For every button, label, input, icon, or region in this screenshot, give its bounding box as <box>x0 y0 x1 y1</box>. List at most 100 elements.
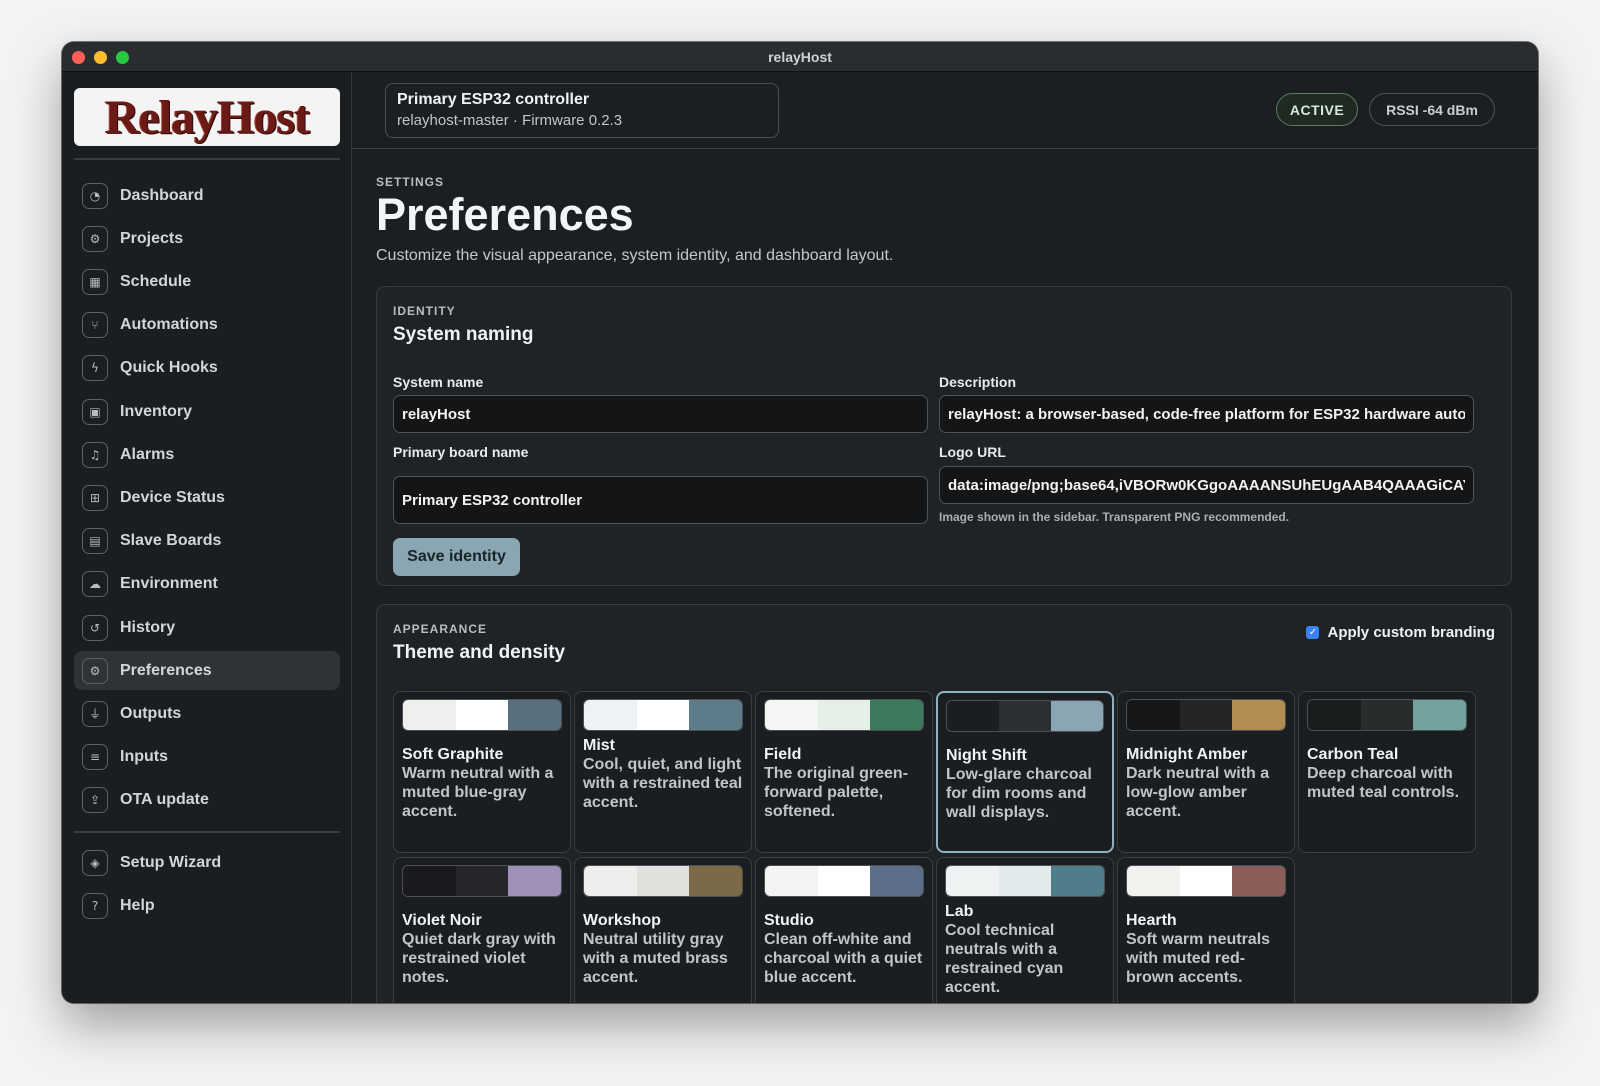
system-name-input[interactable] <box>393 395 928 433</box>
status-badge: ACTIVE <box>1276 93 1358 126</box>
sidebar-item-automations[interactable]: ⑂ Automations <box>74 306 340 345</box>
theme-name: Lab <box>945 903 974 920</box>
theme-name: Night Shift <box>946 747 1027 764</box>
description-input[interactable] <box>939 395 1474 433</box>
sidebar-item-device-status[interactable]: ⊞ Device Status <box>74 478 340 517</box>
theme-card-soft-graphite[interactable]: Soft Graphite Warm neutral with a muted b… <box>393 691 571 853</box>
theme-description: The original green-forward palette, soft… <box>764 765 909 820</box>
color-swatch <box>1051 701 1103 731</box>
theme-swatches <box>402 699 562 731</box>
color-swatch <box>689 866 742 896</box>
theme-name: Workshop <box>583 912 661 929</box>
chip-icon: ⊞ <box>82 484 108 511</box>
board-name: Primary ESP32 controller <box>397 91 590 108</box>
sidebar-item-slave-boards[interactable]: ▤ Slave Boards <box>74 522 340 561</box>
logo-url-input[interactable] <box>939 466 1474 504</box>
sidebar-item-label: Preferences <box>120 661 212 679</box>
sidebar-item-label: Schedule <box>120 272 192 290</box>
sidebar-item-outputs[interactable]: ⏚ Outputs <box>74 694 340 733</box>
brand-logo[interactable]: RelayHost <box>74 88 340 146</box>
sidebar-item-help[interactable]: ? Help <box>74 886 340 925</box>
zoom-window-button[interactable] <box>116 51 129 64</box>
theme-swatches <box>1307 699 1467 731</box>
close-window-button[interactable] <box>72 51 85 64</box>
identity-eyebrow: IDENTITY <box>393 304 456 318</box>
theme-card-mist[interactable]: Mist Cool, quiet, and light with a restra… <box>574 691 752 853</box>
theme-description: Warm neutral with a muted blue-gray acce… <box>402 765 554 820</box>
appearance-panel: APPEARANCE Theme and density ✓ Apply cus… <box>376 604 1512 1003</box>
sidebar-item-inventory[interactable]: ▣ Inventory <box>74 392 340 431</box>
theme-card-field[interactable]: Field The original green-forward palette,… <box>755 691 933 853</box>
theme-description: Clean off-white and charcoal with a quie… <box>764 931 923 986</box>
theme-card-workshop[interactable]: Workshop Neutral utility gray with a mute… <box>574 857 752 1003</box>
color-swatch <box>584 866 637 896</box>
theme-name: Soft Graphite <box>402 746 504 763</box>
sidebar-item-preferences[interactable]: ⚙ Preferences <box>74 651 340 691</box>
theme-description: Low-glare charcoal for dim rooms and wal… <box>946 766 1092 821</box>
rssi-badge: RSSI -64 dBm <box>1369 93 1495 126</box>
theme-description: Dark neutral with a low-glow amber accen… <box>1126 765 1270 820</box>
sidebar: RelayHost ◔ Dashboard ⚙ Projects ▦ Schedule ⑂ A… <box>62 72 352 1003</box>
branding-checkbox[interactable]: ✓ <box>1306 626 1320 639</box>
theme-card-hearth[interactable]: Hearth Soft warm neutrals with muted red-… <box>1117 857 1295 1003</box>
color-swatch <box>1179 700 1233 730</box>
sidebar-item-ota-update[interactable]: ⇪ OTA update <box>74 781 340 820</box>
theme-card-lab[interactable]: Lab Cool technical neutrals with a restra… <box>936 857 1114 1003</box>
color-swatch <box>999 701 1051 731</box>
sidebar-item-projects[interactable]: ⚙ Projects <box>74 219 340 258</box>
theme-swatches <box>945 865 1105 897</box>
sidebar-item-alarms[interactable]: ♫ Alarms <box>74 435 340 474</box>
sidebar-item-quick-hooks[interactable]: ϟ Quick Hooks <box>74 349 340 388</box>
color-swatch <box>817 866 871 896</box>
sidebar-item-label: Setup Wizard <box>120 853 222 871</box>
color-swatch <box>403 700 456 730</box>
theme-swatches <box>764 865 924 897</box>
minimize-window-button[interactable] <box>94 51 107 64</box>
sidebar-item-inputs[interactable]: ≡ Inputs <box>74 738 340 777</box>
color-swatch <box>1232 866 1285 896</box>
color-swatch <box>584 700 637 730</box>
sidebar-item-label: Inventory <box>120 402 193 420</box>
theme-name: Carbon Teal <box>1307 746 1399 763</box>
app-window: relayHost RelayHost ◔ Dashboard ⚙ Projects ▦… <box>62 42 1538 1003</box>
theme-name: Violet Noir <box>402 912 482 929</box>
color-swatch <box>946 866 999 896</box>
board-name-label: Primary board name <box>393 444 529 460</box>
color-swatch <box>455 866 509 896</box>
theme-card-midnight-amber[interactable]: Midnight Amber Dark neutral with a low-gl… <box>1117 691 1295 853</box>
save-identity-button[interactable]: Save identity <box>393 538 520 576</box>
sidebar-item-label: Alarms <box>120 445 175 463</box>
help-icon: ? <box>82 892 108 919</box>
theme-card-night-shift[interactable]: Night Shift Low-glare charcoal for dim ro… <box>936 691 1114 853</box>
calendar-icon: ▦ <box>82 268 108 295</box>
board-selector[interactable]: Primary ESP32 controller relayhost-maste… <box>385 83 779 138</box>
sidebar-item-environment[interactable]: ☁ Environment <box>74 565 340 604</box>
color-swatch <box>947 701 999 731</box>
color-swatch <box>636 700 690 730</box>
custom-branding-toggle[interactable]: ✓ Apply custom branding <box>1306 624 1495 641</box>
sidebar-item-setup-wizard[interactable]: ◈ Setup Wizard <box>74 843 340 882</box>
board-name-input[interactable] <box>393 476 928 524</box>
color-swatch <box>870 700 923 730</box>
color-swatch <box>765 866 818 896</box>
theme-description: Quiet dark gray with restrained violet n… <box>402 931 556 986</box>
theme-card-violet-noir[interactable]: Violet Noir Quiet dark gray with restrain… <box>393 857 571 1003</box>
theme-card-studio[interactable]: Studio Clean off-white and charcoal with … <box>755 857 933 1003</box>
main-content: SETTINGS Preferences Customize the visua… <box>352 149 1538 1003</box>
theme-swatches <box>583 699 743 731</box>
gauge-icon: ◔ <box>82 182 108 209</box>
sidebar-item-dashboard[interactable]: ◔ Dashboard <box>74 176 340 215</box>
sidebar-item-label: Slave Boards <box>120 532 222 550</box>
outputs-icon: ⏚ <box>82 700 108 727</box>
theme-card-carbon-teal[interactable]: Carbon Teal Deep charcoal with muted teal… <box>1298 691 1476 853</box>
sidebar-item-label: Projects <box>120 229 184 247</box>
system-name-label: System name <box>393 374 484 390</box>
sidebar-item-schedule[interactable]: ▦ Schedule <box>74 262 340 301</box>
theme-description: Cool technical neutrals with a restraine… <box>945 922 1064 996</box>
theme-swatches <box>1126 699 1286 731</box>
sidebar-item-label: Inputs <box>120 748 168 766</box>
sidebar-divider <box>74 158 340 160</box>
sidebar-item-label: History <box>120 618 176 636</box>
sidebar-item-label: Help <box>120 896 155 914</box>
sidebar-item-history[interactable]: ↺ History <box>74 608 340 647</box>
